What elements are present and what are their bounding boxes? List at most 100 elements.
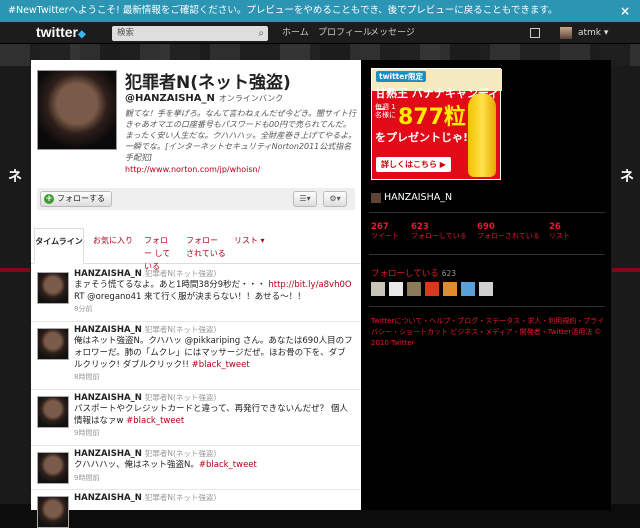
stat-lists[interactable]: 26 リスト <box>549 222 570 241</box>
top-navigation-bar: twitter◆ 検索 ⌕ ホーム プロフィール メッセージ atmk ▾ <box>0 22 640 44</box>
nav-messages[interactable]: メッセージ <box>370 22 415 44</box>
tweet-realname: 犯罪者N(ネット強盗) <box>144 393 217 402</box>
tweet[interactable]: HANZAISHA_N 犯罪者N(ネット強盗) <box>31 490 361 528</box>
tweet-user[interactable]: HANZAISHA_N 犯罪者N(ネット強盗) <box>74 448 216 459</box>
avatar <box>371 192 381 203</box>
notice-banner: #NewTwitterへようこそ! 最新情報をご確認ください。プレビューをやめる… <box>0 0 640 22</box>
gear-menu-button[interactable]: ⚙▾ <box>323 191 347 207</box>
stat-label: フォローしている <box>411 232 467 240</box>
stat-label: リスト <box>549 232 570 240</box>
footer-links[interactable]: Twitterについて・ヘルプ・ブログ・ステータス・求人・利用規約・プライバシー… <box>371 316 606 349</box>
wallpaper-glyph: ネ <box>8 169 22 185</box>
avatar[interactable] <box>37 452 69 484</box>
tweet-username[interactable]: HANZAISHA_N <box>74 449 142 459</box>
profile-url[interactable]: http://www.norton.com/jp/whoisn/ <box>125 165 260 174</box>
profile-name: 犯罪者N(ネット強盗) <box>125 73 291 93</box>
tweet-realname: 犯罪者N(ネット強盗) <box>144 269 217 278</box>
ad-details-button[interactable]: 詳しくはこちら ▶ <box>376 157 451 172</box>
tweet-timestamp[interactable]: 8分前 <box>74 304 92 314</box>
tweet-body-cont: RT @oregano41 来て行く服が決まらない！！あせる〜！！ <box>74 292 306 302</box>
profile-action-bar: + フォローする ☰▾ ⚙▾ <box>37 188 355 210</box>
follow-button[interactable]: + フォローする <box>40 191 112 207</box>
close-icon[interactable]: × <box>620 0 630 22</box>
profile-tabs: タイムライン お気に入り フォロー している フォロー されている リスト ▾ <box>31 228 361 271</box>
tweet-username[interactable]: HANZAISHA_N <box>74 269 142 279</box>
twitter-logo[interactable]: twitter◆ <box>36 24 86 40</box>
compose-tweet-icon[interactable] <box>530 28 540 38</box>
nav-profile[interactable]: プロフィール <box>318 22 372 44</box>
tweet[interactable]: HANZAISHA_N 犯罪者N(ネット強盗) 俺はネット強盗N。クハハッ @pi… <box>31 322 361 390</box>
tab-lists[interactable]: リスト ▾ <box>234 230 265 247</box>
divider <box>369 254 605 255</box>
tweet-timestamp[interactable]: 9時間前 <box>74 473 99 483</box>
following-label: フォローしている <box>371 269 439 279</box>
avatar[interactable] <box>37 272 69 304</box>
avatar[interactable] <box>37 328 69 360</box>
tweet-realname: 犯罪者N(ネット強盗) <box>144 449 217 458</box>
following-title[interactable]: フォローしている 623 <box>371 267 456 279</box>
tweet-user[interactable]: HANZAISHA_N 犯罪者N(ネット強盗) <box>74 492 216 503</box>
tweet-user[interactable]: HANZAISHA_N 犯罪者N(ネット強盗) <box>74 392 216 403</box>
sidebar: twitter限定 甘熟王 バナナキャンディー 毎週 1名様に 877粒 をプレ… <box>361 60 611 510</box>
logo-text: twitter <box>36 24 78 40</box>
avatar[interactable] <box>389 282 403 296</box>
stat-followers[interactable]: 690 フォローされている <box>477 222 540 241</box>
avatar[interactable] <box>407 282 421 296</box>
avatar[interactable] <box>479 282 493 296</box>
handle-text: @HANZAISHA_N <box>125 93 215 104</box>
tweet[interactable]: HANZAISHA_N 犯罪者N(ネット強盗) まァそう慌てるなよ。あと1時間38… <box>31 266 361 322</box>
stat-number: 267 <box>371 222 389 232</box>
ad-count: 877粒 <box>398 105 466 130</box>
account-menu[interactable]: atmk ▾ <box>578 22 608 44</box>
sidebar-handle[interactable]: HANZAISHA_N <box>371 192 452 203</box>
tweet-username[interactable]: HANZAISHA_N <box>74 393 142 403</box>
tweet-link[interactable]: http://bit.ly/a8vh0O <box>268 280 351 290</box>
tweet-body: パスポートやクレジットカードと違って、再発行できないんだぜ？ 個人情報はなァw <box>74 404 348 426</box>
tweet-text: まァそう慌てるなよ。あと1時間38分9秒だ・・・ http://bit.ly/a… <box>74 279 354 303</box>
avatar[interactable] <box>560 27 572 39</box>
avatar[interactable] <box>443 282 457 296</box>
profile-image <box>37 70 117 150</box>
tweet-hashtag[interactable]: #black_tweet <box>126 416 184 426</box>
banana-mascot-image <box>468 93 496 177</box>
search-input[interactable]: 検索 ⌕ <box>112 26 268 41</box>
notice-text: #NewTwitterへようこそ! 最新情報をご確認ください。プレビューをやめる… <box>8 5 558 16</box>
stat-tweets[interactable]: 267 ツイート <box>371 222 399 241</box>
ad-suffix: をプレゼントじゃ!! <box>375 131 474 144</box>
avatar[interactable] <box>37 496 69 528</box>
divider <box>369 306 605 307</box>
bird-icon: ◆ <box>78 29 86 40</box>
tweet-hashtag[interactable]: #black_tweet <box>192 360 250 370</box>
avatar[interactable] <box>461 282 475 296</box>
avatar[interactable] <box>371 282 385 296</box>
follow-label: フォローする <box>57 194 105 203</box>
tweet-hashtag[interactable]: #black_tweet <box>199 460 257 470</box>
tab-favorites[interactable]: お気に入り <box>93 230 133 247</box>
sidebar-handle-text: HANZAISHA_N <box>384 192 453 203</box>
tweet-realname: 犯罪者N(ネット強盗) <box>144 325 217 334</box>
tweet-timestamp[interactable]: 9時間前 <box>74 428 99 438</box>
nav-home[interactable]: ホーム <box>282 22 309 44</box>
tweet-username[interactable]: HANZAISHA_N <box>74 493 142 503</box>
list-menu-button[interactable]: ☰▾ <box>293 191 317 207</box>
tab-followers[interactable]: フォロー されている <box>186 230 226 260</box>
stat-label: ツイート <box>371 232 399 240</box>
main-content: 犯罪者N(ネット強盗) @HANZAISHA_N オンラインバンク 観てな！手を挙… <box>31 60 361 528</box>
tab-timeline[interactable]: タイムライン <box>34 228 84 264</box>
tweet-user[interactable]: HANZAISHA_N 犯罪者N(ネット強盗) <box>74 268 216 279</box>
tweet-body: まァそう慌てるなよ。あと1時間38分9秒だ・・・ <box>74 280 269 290</box>
tweet-user[interactable]: HANZAISHA_N 犯罪者N(ネット強盗) <box>74 324 216 335</box>
ad-banner[interactable]: twitter限定 甘熟王 バナナキャンディー 毎週 1名様に 877粒 をプレ… <box>371 68 502 180</box>
tweet-timestamp[interactable]: 8時間前 <box>74 372 99 382</box>
stat-following[interactable]: 623 フォローしている <box>411 222 467 241</box>
avatar[interactable] <box>37 396 69 428</box>
divider <box>369 212 605 213</box>
avatar[interactable] <box>425 282 439 296</box>
search-placeholder: 検索 <box>117 28 135 38</box>
tweet[interactable]: HANZAISHA_N 犯罪者N(ネット強盗) クハハハッ、俺はネット強盗N。#b… <box>31 446 361 490</box>
search-icon[interactable]: ⌕ <box>258 26 264 41</box>
stat-number: 26 <box>549 222 561 232</box>
tweet[interactable]: HANZAISHA_N 犯罪者N(ネット強盗) パスポートやクレジットカードと違っ… <box>31 390 361 446</box>
tweet-username[interactable]: HANZAISHA_N <box>74 325 142 335</box>
profile-handle: @HANZAISHA_N オンラインバンク <box>125 93 283 104</box>
